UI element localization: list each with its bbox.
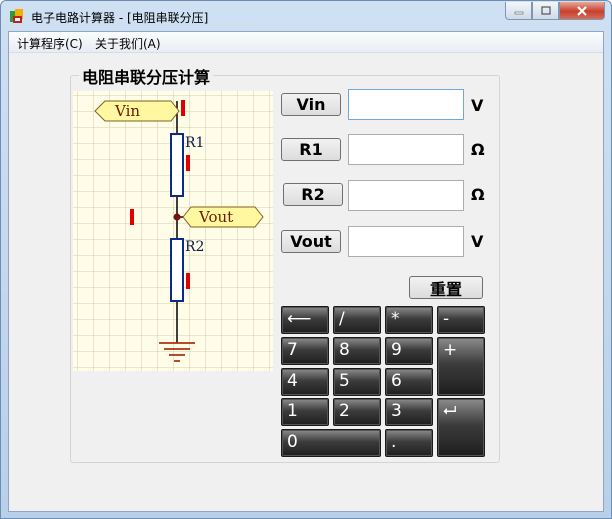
caption-buttons [505,2,605,20]
enter-key[interactable]: ⮠ [437,398,485,457]
digit-5-key[interactable]: 5 [333,368,381,396]
minus-key[interactable]: - [437,306,485,334]
menu-about-us[interactable]: 关于我们(A) [95,35,161,52]
r1-button[interactable]: R1 [281,138,341,161]
marker-vin [181,100,185,116]
close-icon [577,5,587,16]
digit-2-key[interactable]: 2 [333,398,381,426]
digit-3-key[interactable]: 3 [385,398,433,426]
vout-input[interactable] [348,226,464,257]
vout-tag-label: Vout [198,208,233,226]
app-window: 电子电路计算器 - [电阻串联分压] 计算程序(C) 关于我们(A) 电阻串联分… [0,0,612,519]
digit-6-key[interactable]: 6 [385,368,433,396]
marker-vout [130,209,134,225]
vout-button[interactable]: Vout [281,230,341,253]
panel-title: 电阻串联分压计算 [79,64,214,88]
vin-button[interactable]: Vin [281,93,341,116]
menu-bar: 计算程序(C) 关于我们(A) [9,32,603,53]
digit-4-key[interactable]: 4 [281,368,329,396]
app-icon [10,9,23,23]
client-area: 计算程序(C) 关于我们(A) 电阻串联分压计算 Vin Vout R1 R2 … [8,31,604,512]
digit-9-key[interactable]: 9 [385,337,433,365]
vin-input[interactable] [348,89,464,120]
reset-button[interactable]: 重置 [409,276,483,299]
r2-button[interactable]: R2 [283,183,343,206]
title-bar[interactable]: 电子电路计算器 - [电阻串联分压] [1,1,611,31]
minimize-icon [514,11,523,14]
maximize-button[interactable] [532,2,559,20]
decimal-point-key[interactable]: . [385,429,433,457]
r1-unit: Ω [471,140,485,159]
window-title: 电子电路计算器 - [电阻串联分压] [31,11,209,25]
node-dot [173,213,181,221]
digit-1-key[interactable]: 1 [281,398,329,426]
digit-7-key[interactable]: 7 [281,337,329,365]
circuit-diagram: Vin Vout R1 R2 [73,91,273,371]
backspace-key[interactable]: ⟵ [281,306,329,334]
r2-input[interactable] [348,180,464,211]
resistor-r2 [170,238,184,302]
close-button[interactable] [559,2,605,20]
maximize-icon [540,6,551,15]
resistor-r1 [170,133,184,197]
multiply-key[interactable]: * [385,306,433,334]
plus-key[interactable]: + [437,337,485,396]
vin-unit: V [471,96,484,115]
marker-r1 [186,155,190,171]
digit-8-key[interactable]: 8 [333,337,381,365]
r2-unit: Ω [471,185,485,204]
marker-r2 [186,273,190,289]
minimize-button[interactable] [505,2,532,20]
menu-calc-program[interactable]: 计算程序(C) [17,35,83,52]
divide-key[interactable]: / [333,306,381,334]
r2-label: R2 [185,239,204,255]
vin-tag-label: Vin [114,102,140,120]
vout-unit: V [471,232,484,251]
digit-0-key[interactable]: 0 [281,429,381,457]
r1-label: R1 [185,135,204,151]
r1-input[interactable] [348,134,464,165]
